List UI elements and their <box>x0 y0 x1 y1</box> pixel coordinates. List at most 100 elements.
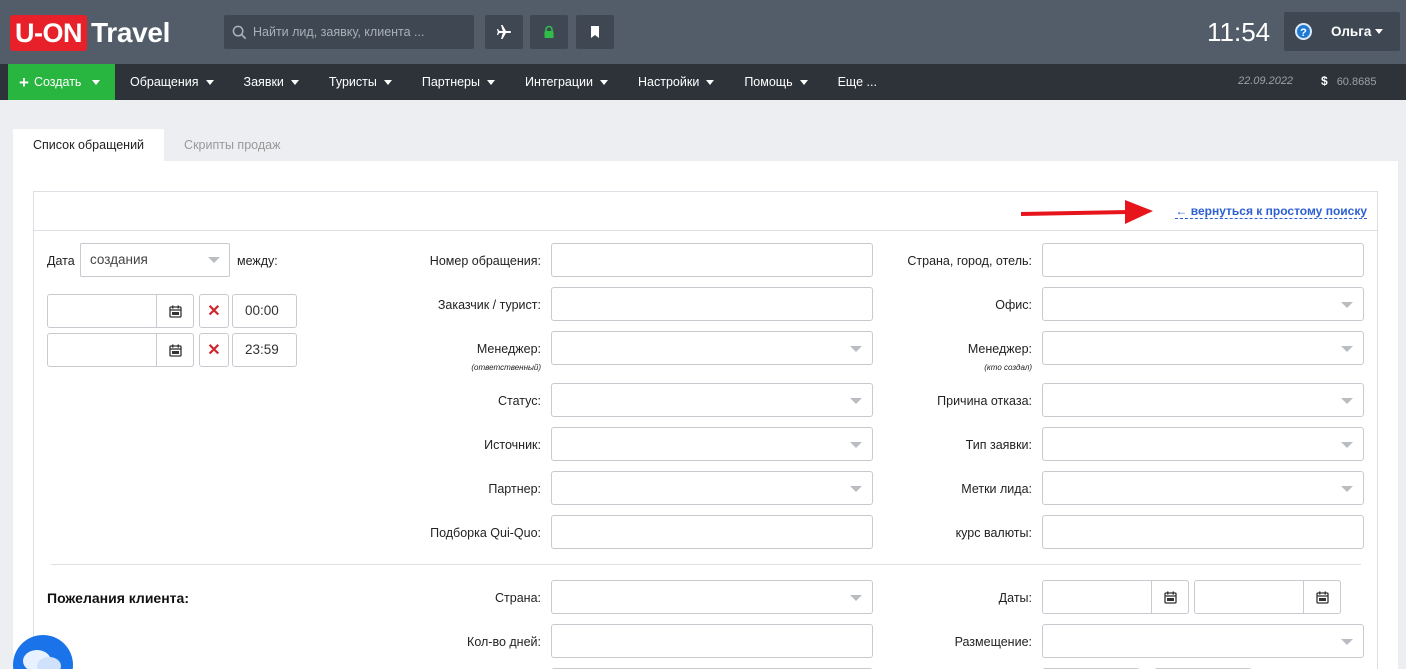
bookmarks-button[interactable] <box>576 15 614 49</box>
chevron-down-icon <box>290 79 299 85</box>
place-input[interactable] <box>1042 243 1364 277</box>
user-name: Ольга <box>1331 24 1372 39</box>
dollar-icon: $ <box>1321 74 1328 88</box>
tab-appeals-list[interactable]: Список обращений <box>13 129 165 161</box>
chat-bubble-icon-secondary <box>37 657 61 669</box>
nav-item-more[interactable]: Еще ... <box>823 64 892 100</box>
chevron-down-icon <box>383 79 392 85</box>
manager-creator-select[interactable] <box>1042 331 1364 365</box>
quiquo-label: Подборка Qui-Quo: <box>430 526 541 540</box>
bookmark-icon <box>591 26 599 38</box>
nav-item-help[interactable]: Помощь <box>729 64 822 100</box>
wish-date-to-calendar-button[interactable] <box>1303 580 1341 614</box>
wish-date-from-field[interactable] <box>1042 580 1189 614</box>
nav-item-partners[interactable]: Партнеры <box>407 64 510 100</box>
calendar-icon <box>1163 591 1177 604</box>
nav-menu: Обращения Заявки Туристы Партнеры Интегр… <box>115 64 892 100</box>
nav-item-label: Еще ... <box>837 75 877 89</box>
date-type-value: создания <box>90 252 148 267</box>
date-to-calendar-button[interactable] <box>156 333 194 367</box>
logo-brand: U-ON <box>10 15 87 51</box>
user-menu[interactable]: ? Ольга <box>1284 12 1400 51</box>
logo[interactable]: U-ON Travel <box>10 15 170 51</box>
nav-item-integrations[interactable]: Интеграции <box>510 64 623 100</box>
flights-button[interactable] <box>485 15 523 49</box>
chevron-down-icon <box>487 79 495 85</box>
form-header: ← вернуться к простому поиску <box>34 192 1377 231</box>
office-select[interactable] <box>1042 287 1364 321</box>
source-label: Источник: <box>484 438 541 452</box>
wish-date-from-calendar-button[interactable] <box>1151 580 1189 614</box>
clear-date-to-button[interactable]: ✕ <box>199 333 229 367</box>
reject-reason-label: Причина отказа: <box>937 394 1032 408</box>
wish-days-input[interactable] <box>551 624 873 658</box>
airplane-icon <box>497 25 511 39</box>
nav-item-appeals[interactable]: Обращения <box>115 64 229 100</box>
lock-icon <box>544 25 554 38</box>
date-to-field[interactable] <box>47 333 194 367</box>
top-bar: U-ON Travel 11:54 ? Ольга <box>0 0 1406 64</box>
manager-responsible-select[interactable] <box>551 331 873 365</box>
reject-reason-select[interactable] <box>1042 383 1364 417</box>
calendar-icon <box>168 305 182 318</box>
time-from-field[interactable]: 00:00 <box>232 294 297 328</box>
source-select[interactable] <box>551 427 873 461</box>
date-from-calendar-button[interactable] <box>156 294 194 328</box>
clock: 11:54 <box>1207 17 1271 47</box>
current-date: 22.09.2022 <box>1238 75 1294 87</box>
date-type-select[interactable]: создания <box>80 243 230 277</box>
wish-dates-label: Даты: <box>998 591 1032 605</box>
chevron-down-icon <box>92 79 101 85</box>
date-from-field[interactable] <box>47 294 194 328</box>
chevron-down-icon <box>600 79 609 85</box>
manager-responsible-label: Менеджер: <box>476 342 541 356</box>
time-to-field[interactable]: 23:59 <box>232 333 297 367</box>
nav-item-settings[interactable]: Настройки <box>623 64 729 100</box>
wish-country-select[interactable] <box>551 580 873 614</box>
page-tabs: Список обращений Скрипты продаж <box>13 129 300 161</box>
main-nav: + Создать Обращения Заявки Туристы Партн… <box>0 64 1406 100</box>
quiquo-input[interactable] <box>551 515 873 549</box>
nav-item-label: Туристы <box>328 75 377 89</box>
nav-item-tourists[interactable]: Туристы <box>314 64 407 100</box>
between-label: между: <box>237 254 278 268</box>
chevron-down-icon <box>799 79 808 85</box>
office-label: Офис: <box>995 298 1032 312</box>
appeal-number-input[interactable] <box>551 243 873 277</box>
currency-rate-label: курс валюты: <box>955 526 1032 540</box>
search-input[interactable] <box>253 25 453 39</box>
partner-select[interactable] <box>551 471 873 505</box>
tab-sales-scripts[interactable]: Скрипты продаж <box>164 129 300 161</box>
currency-rate-input[interactable] <box>1042 515 1364 549</box>
nav-item-orders[interactable]: Заявки <box>229 64 314 100</box>
red-arrow-annotation <box>1021 200 1153 224</box>
wishes-title: Пожелания клиента: <box>47 590 189 606</box>
create-button[interactable]: + Создать <box>8 64 115 100</box>
chevron-down-icon <box>706 79 715 85</box>
order-type-select[interactable] <box>1042 427 1364 461</box>
global-search <box>224 15 474 49</box>
chevron-down-icon <box>205 79 214 85</box>
back-to-simple-search-link[interactable]: ← вернуться к простому поиску <box>1175 204 1367 219</box>
wish-country-label: Страна: <box>495 591 541 605</box>
wish-accommodation-select[interactable] <box>1042 624 1364 658</box>
lock-button[interactable] <box>530 15 568 49</box>
create-label: Создать <box>33 75 82 89</box>
logo-suffix: Travel <box>91 17 171 48</box>
manager-responsible-hint: (ответственный) <box>471 363 541 372</box>
lead-tags-select[interactable] <box>1042 471 1364 505</box>
wish-days-label: Кол-во дней: <box>467 635 541 649</box>
wish-accommodation-label: Размещение: <box>954 635 1032 649</box>
clear-date-from-button[interactable]: ✕ <box>199 294 229 328</box>
date-label: Дата <box>47 254 75 268</box>
status-select[interactable] <box>551 383 873 417</box>
chevron-down-icon <box>1375 29 1384 34</box>
nav-item-label: Помощь <box>744 75 793 89</box>
partner-label: Партнер: <box>488 482 541 496</box>
nav-item-label: Интеграции <box>525 75 594 89</box>
wish-date-to-field[interactable] <box>1194 580 1341 614</box>
calendar-icon <box>168 344 182 357</box>
nav-item-label: Партнеры <box>421 75 480 89</box>
customer-input[interactable] <box>551 287 873 321</box>
nav-item-label: Настройки <box>638 75 700 89</box>
